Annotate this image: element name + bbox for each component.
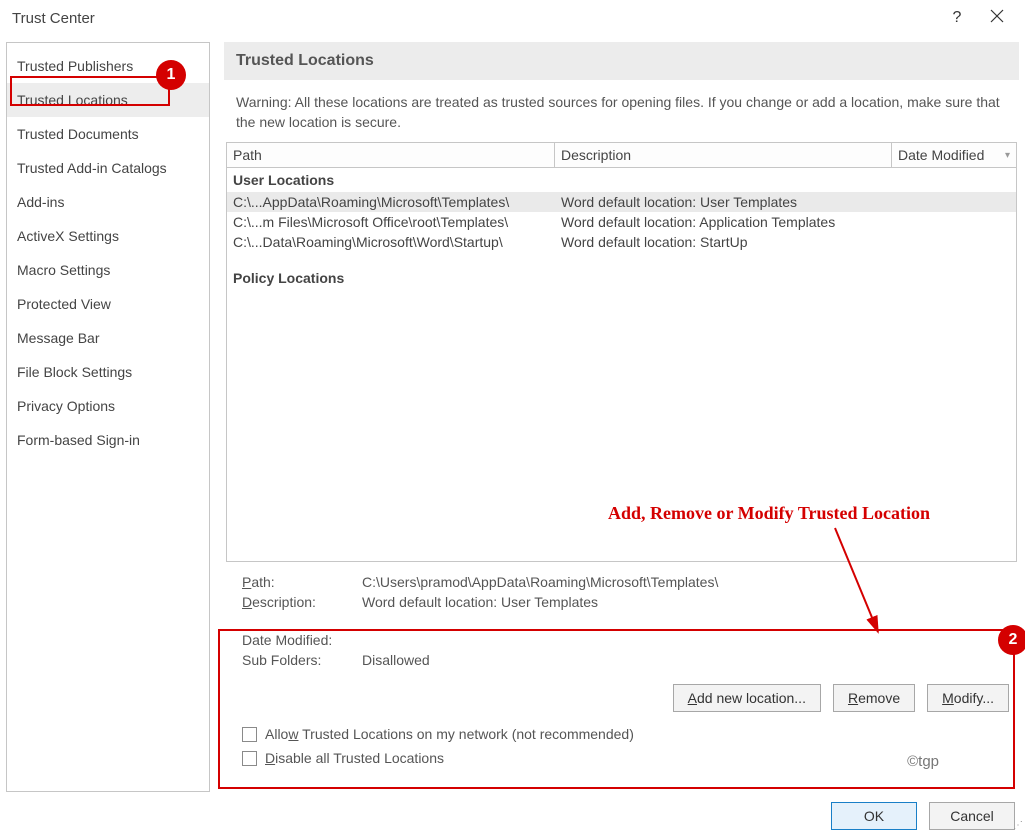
content-pane: Trusted Locations Warning: All these loc…	[224, 42, 1019, 792]
category-sidebar: Trusted Publishers Trusted Locations Tru…	[6, 42, 210, 792]
cancel-button[interactable]: Cancel	[929, 802, 1015, 830]
ok-button[interactable]: OK	[831, 802, 917, 830]
table-header: Path Description Date Modified ▾	[227, 143, 1016, 168]
sort-icon: ▾	[1005, 150, 1010, 161]
disable-all-checkbox-row[interactable]: Disable all Trusted Locations	[224, 746, 1019, 770]
details-description-label: Description:	[242, 594, 362, 610]
disable-all-label: Disable all Trusted Locations	[265, 750, 444, 766]
close-button[interactable]	[977, 9, 1017, 28]
details-subfolders-value: Disallowed	[362, 652, 1001, 668]
sidebar-item-trusted-locations[interactable]: Trusted Locations	[7, 83, 209, 117]
sidebar-item-privacy-options[interactable]: Privacy Options	[7, 389, 209, 423]
cell-date	[886, 234, 1010, 250]
sidebar-item-protected-view[interactable]: Protected View	[7, 287, 209, 321]
table-row[interactable]: C:\...m Files\Microsoft Office\root\Temp…	[227, 212, 1016, 232]
column-path[interactable]: Path	[227, 143, 555, 167]
dialog-title: Trust Center	[12, 10, 95, 27]
checkbox-icon	[242, 751, 257, 766]
details-date-value	[362, 632, 1001, 648]
cell-date	[886, 214, 1010, 230]
column-description[interactable]: Description	[555, 143, 892, 167]
cell-description: Word default location: Application Templ…	[561, 214, 886, 230]
details-subfolders-label: Sub Folders:	[242, 652, 362, 668]
warning-text: Warning: All these locations are treated…	[224, 80, 1019, 142]
cell-path: C:\...Data\Roaming\Microsoft\Word\Startu…	[233, 234, 561, 250]
cell-description: Word default location: User Templates	[561, 194, 886, 210]
sidebar-item-trusted-documents[interactable]: Trusted Documents	[7, 117, 209, 151]
help-button[interactable]: ?	[937, 9, 977, 27]
column-date-modified[interactable]: Date Modified ▾	[892, 143, 1016, 167]
close-icon	[990, 9, 1004, 23]
details-date-label: Date Modified:	[242, 632, 362, 648]
details-panel: Path: C:\Users\pramod\AppData\Roaming\Mi…	[224, 562, 1019, 674]
cell-path: C:\...AppData\Roaming\Microsoft\Template…	[233, 194, 561, 210]
sidebar-item-macro-settings[interactable]: Macro Settings	[7, 253, 209, 287]
sidebar-item-message-bar[interactable]: Message Bar	[7, 321, 209, 355]
remove-button[interactable]: Remove	[833, 684, 915, 712]
policy-locations-header: Policy Locations	[227, 266, 1016, 290]
cell-path: C:\...m Files\Microsoft Office\root\Temp…	[233, 214, 561, 230]
details-path-label: Path:	[242, 574, 362, 590]
user-locations-header: User Locations	[227, 168, 1016, 192]
titlebar: Trust Center ?	[0, 0, 1025, 36]
dialog-footer: OK Cancel	[831, 802, 1015, 830]
modify-button[interactable]: Modify...	[927, 684, 1009, 712]
trust-center-dialog: Trust Center ? Trusted Publishers Truste…	[0, 0, 1025, 838]
sidebar-item-trusted-publishers[interactable]: Trusted Publishers	[7, 49, 209, 83]
table-row[interactable]: C:\...Data\Roaming\Microsoft\Word\Startu…	[227, 232, 1016, 252]
sidebar-item-activex-settings[interactable]: ActiveX Settings	[7, 219, 209, 253]
location-buttons: Add new location... Remove Modify...	[224, 674, 1019, 722]
details-path-value: C:\Users\pramod\AppData\Roaming\Microsof…	[362, 574, 1001, 590]
details-description-value: Word default location: User Templates	[362, 594, 1001, 610]
sidebar-item-form-based-signin[interactable]: Form-based Sign-in	[7, 423, 209, 457]
checkbox-icon	[242, 727, 257, 742]
allow-network-label: Allow Trusted Locations on my network (n…	[265, 726, 634, 742]
resize-grip-icon[interactable]: ⋰	[1011, 824, 1023, 836]
sidebar-item-file-block-settings[interactable]: File Block Settings	[7, 355, 209, 389]
cell-description: Word default location: StartUp	[561, 234, 886, 250]
sidebar-item-add-ins[interactable]: Add-ins	[7, 185, 209, 219]
locations-table: Path Description Date Modified ▾ User Lo…	[226, 142, 1017, 562]
sidebar-item-trusted-addin-catalogs[interactable]: Trusted Add-in Catalogs	[7, 151, 209, 185]
allow-network-checkbox-row[interactable]: Allow Trusted Locations on my network (n…	[224, 722, 1019, 746]
cell-date	[886, 194, 1010, 210]
group-title: Trusted Locations	[224, 42, 1019, 80]
table-row[interactable]: C:\...AppData\Roaming\Microsoft\Template…	[227, 192, 1016, 212]
add-new-location-button[interactable]: Add new location...	[673, 684, 821, 712]
